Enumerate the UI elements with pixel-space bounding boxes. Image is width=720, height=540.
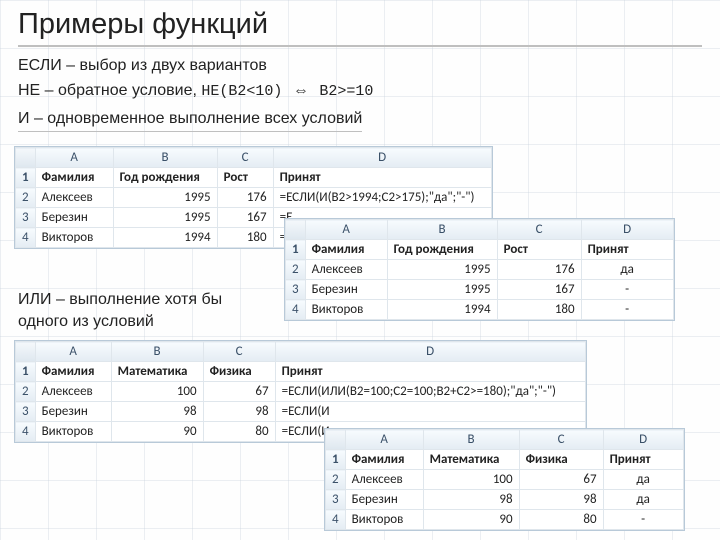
table-row: 1ФамилияГод рожденияРостПринят [16, 168, 492, 188]
line-ili: ИЛИ – выполнение хотя бы одного из услов… [18, 289, 268, 332]
table-row: 2Алексеев1995176да [286, 260, 674, 280]
fn-ne: НЕ [18, 82, 40, 99]
table-row: 2Алексеев1995176=ЕСЛИ(И(B2>1994;C2>175);… [16, 188, 492, 208]
table-row: 3Березин9898да [326, 490, 684, 510]
table-row: 1ФамилияГод рожденияРостПринят [286, 240, 674, 260]
sheet-ili-results: A B C D 1ФамилияМатематикаФизикаПринят 2… [324, 428, 685, 531]
table-row: 4Викторов9080- [326, 510, 684, 530]
line-ne: НЕ – обратное условие, НЕ(B2<10) ⇔ B2>=1… [18, 80, 702, 102]
code-ne-left: НЕ(B2<10) [201, 83, 282, 100]
code-ne-right: B2>=10 [319, 83, 373, 100]
table-row: 1ФамилияМатематикаФизикаПринят [16, 362, 586, 382]
iff-icon: ⇔ [287, 82, 315, 99]
fn-ili: ИЛИ [18, 291, 52, 308]
sheet-i-results: A B C D 1ФамилияГод рожденияРостПринят 2… [284, 218, 675, 321]
table-row: 3Березин1995167- [286, 280, 674, 300]
page-title: Примеры функций [18, 8, 702, 47]
fn-i: И [18, 110, 30, 127]
table-row: 1ФамилияМатематикаФизикаПринят [326, 450, 684, 470]
table-row: 3Березин9898=ЕСЛИ(И [16, 402, 586, 422]
fn-esli: ЕСЛИ [18, 57, 62, 74]
line-esli: ЕСЛИ – выбор из двух вариантов [18, 55, 702, 77]
table-row: 4Викторов1994180- [286, 300, 674, 320]
line-i: И – одновременное выполнение всех услови… [18, 108, 362, 133]
table-row: 2Алексеев10067=ЕСЛИ(ИЛИ(B2=100;C2=100;B2… [16, 382, 586, 402]
table-row: 2Алексеев10067да [326, 470, 684, 490]
